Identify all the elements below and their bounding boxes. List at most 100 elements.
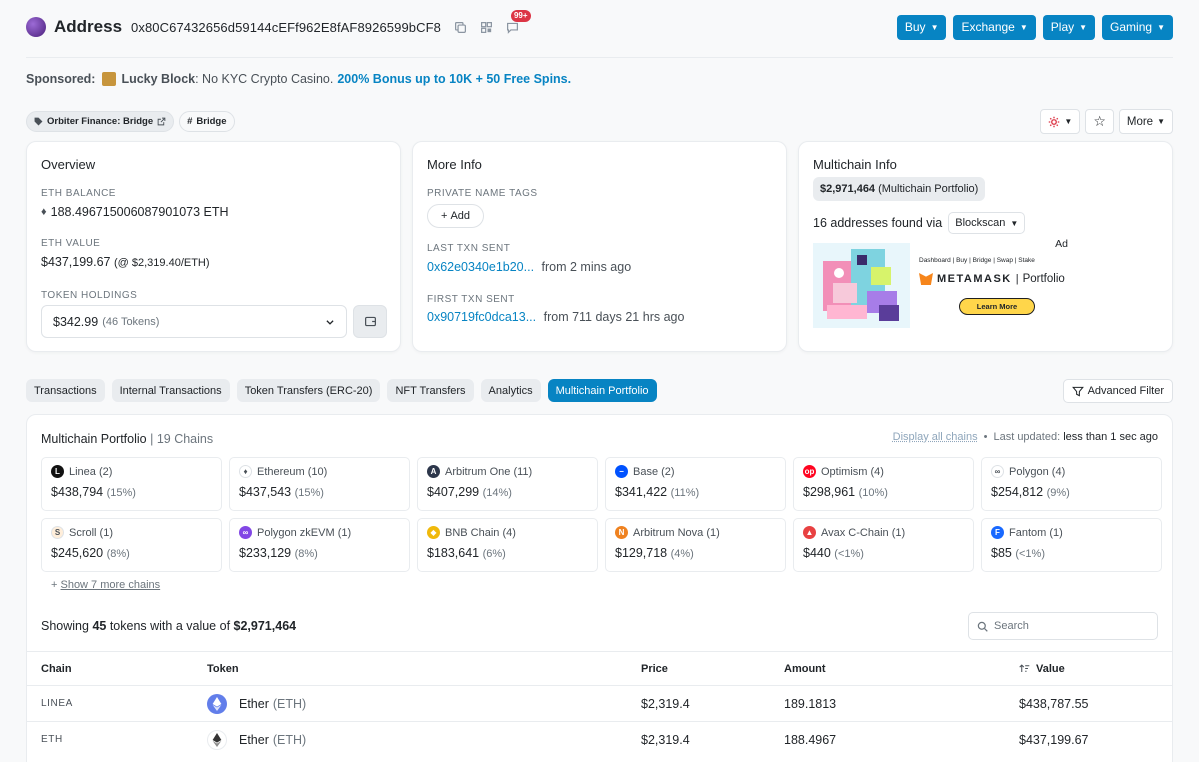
show-more-chains[interactable]: + Show 7 more chains: [51, 579, 160, 591]
copy-icon[interactable]: [453, 19, 469, 35]
col-token: Token: [207, 662, 239, 675]
exchange-button[interactable]: Exchange ▼: [953, 14, 1036, 40]
ethereum-icon: ♦: [239, 465, 252, 478]
chain-name: Scroll (1): [69, 526, 114, 539]
tab-internal-transactions[interactable]: Internal Transactions: [111, 379, 230, 402]
chain-value-amount: $298,961: [803, 485, 856, 499]
chain-card[interactable]: F Fantom (1) $85 (<1%): [981, 518, 1162, 572]
chain-card[interactable]: op Optimism (4) $298,961 (10%): [793, 457, 974, 511]
chain-value-amount: $129,718: [615, 546, 668, 560]
first-txn-hash[interactable]: 0x90719fc0dca13...: [427, 310, 536, 324]
token-search-input[interactable]: Search: [968, 612, 1158, 640]
show-more-chains-label: Show 7 more chains: [60, 579, 161, 591]
eth-rate: (@ $2,319.40/ETH): [114, 257, 210, 269]
tag-orbiter-finance[interactable]: Orbiter Finance: Bridge: [26, 111, 175, 132]
blockscan-dropdown[interactable]: Blockscan ▼: [948, 212, 1026, 234]
chain-card[interactable]: ▲ Avax C-Chain (1) $440 (<1%): [793, 518, 974, 572]
avax-icon: ▲: [803, 526, 816, 539]
chain-value-pct: (4%): [670, 548, 694, 560]
row-token-symbol: (ETH): [272, 696, 307, 711]
chain-card-header: N Arbitrum Nova (1): [615, 526, 776, 539]
filter-icon: [1071, 386, 1084, 396]
chain-card[interactable]: − Base (2) $341,422 (11%): [605, 457, 786, 511]
row-token[interactable]: Ether (ETH): [207, 686, 306, 721]
tag-bridge[interactable]: # Bridge: [179, 111, 235, 132]
addresses-found: 16 addresses found via Blockscan ▼: [813, 212, 1026, 234]
chain-card-header: A Arbitrum One (11): [427, 465, 588, 478]
comment-icon[interactable]: 99+: [505, 10, 531, 35]
first-txn-label: FIRST TXN SENT: [427, 294, 515, 305]
chevron-down-icon: ▼: [1157, 22, 1165, 32]
more-button[interactable]: More ▼: [1118, 109, 1173, 134]
play-button[interactable]: Play ▼: [1042, 14, 1096, 40]
table-row[interactable]: LINEA Ether (ETH) $2,319.4 189.1813 $438…: [27, 685, 1172, 721]
hash-icon: #: [187, 116, 193, 127]
chain-card[interactable]: ∞ Polygon (4) $254,812 (9%): [981, 457, 1162, 511]
chain-card[interactable]: A Arbitrum One (11) $407,299 (14%): [417, 457, 598, 511]
alert-settings-button[interactable]: ▼: [1040, 109, 1081, 134]
chain-card[interactable]: L Linea (2) $438,794 (15%): [41, 457, 222, 511]
table-row[interactable]: ETH Ether (ETH) $2,319.4 188.4967 $437,1…: [27, 721, 1172, 757]
qr-code-icon[interactable]: [479, 19, 495, 35]
chain-value-amount: $407,299: [427, 485, 480, 499]
display-all-chains-link[interactable]: Display all chains: [893, 431, 978, 443]
ad-learn-more-button[interactable]: Learn More: [959, 298, 1035, 315]
chain-name: Arbitrum Nova (1): [633, 526, 720, 539]
tab-analytics[interactable]: Analytics: [480, 379, 541, 402]
ad-menu-text: Dashboard | Buy | Bridge | Swap | Stake: [919, 257, 1035, 264]
last-txn-label: LAST TXN SENT: [427, 243, 511, 254]
token-holdings-label: TOKEN HOLDINGS: [41, 290, 138, 301]
multichain-title: Multichain Info: [813, 157, 897, 172]
chain-card[interactable]: ∞ Polygon zkEVM (1) $233,129 (8%): [229, 518, 410, 572]
chain-name: Polygon (4): [1009, 465, 1066, 478]
favorite-button[interactable]: ☆: [1085, 109, 1114, 134]
wallet-button[interactable]: [353, 305, 387, 338]
tokens-summary: Showing 45 tokens with a value of $2,971…: [41, 619, 296, 633]
token-holdings-dropdown[interactable]: $342.99 (46 Tokens): [41, 305, 347, 338]
ad-product: Portfolio: [1022, 273, 1065, 285]
chain-value: $341,422 (11%): [615, 485, 776, 499]
last-txn-time: from 2 mins ago: [541, 260, 632, 274]
chain-card[interactable]: ♦ Ethereum (10) $437,543 (15%): [229, 457, 410, 511]
chain-value-pct: (15%): [106, 487, 136, 499]
chain-value-pct: (<1%): [1015, 548, 1045, 560]
col-value[interactable]: Value: [1019, 652, 1065, 685]
chain-value-pct: (10%): [858, 487, 888, 499]
chain-value-amount: $438,794: [51, 485, 104, 499]
chain-card[interactable]: ◆ BNB Chain (4) $183,641 (6%): [417, 518, 598, 572]
add-tag-label: Add: [450, 210, 471, 222]
sponsored-label: Sponsored:: [26, 72, 96, 86]
last-txn-hash[interactable]: 0x62e0340e1b20...: [427, 260, 534, 274]
gaming-button[interactable]: Gaming ▼: [1102, 14, 1173, 40]
token-table: Chain Token Price Amount Value LINEA Eth…: [27, 651, 1172, 757]
col-value-label: Value: [1036, 662, 1065, 675]
sponsored-brand[interactable]: Lucky Block: [121, 72, 195, 86]
advanced-filter-button[interactable]: Advanced Filter: [1062, 379, 1173, 403]
tab-multichain-portfolio[interactable]: Multichain Portfolio: [547, 379, 657, 402]
tab-transactions[interactable]: Transactions: [26, 379, 105, 402]
buy-button[interactable]: Buy ▼: [896, 14, 947, 40]
chevron-down-icon: ▼: [1019, 22, 1028, 32]
multichain-portfolio-pill[interactable]: $2,971,464 (Multichain Portfolio): [813, 177, 986, 201]
tab-token-transfers[interactable]: Token Transfers (ERC-20): [236, 379, 381, 402]
chain-card[interactable]: N Arbitrum Nova (1) $129,718 (4%): [605, 518, 786, 572]
tab-nft-transfers[interactable]: NFT Transfers: [387, 379, 474, 402]
chain-name: Optimism (4): [821, 465, 884, 478]
showing-mid: tokens with a value of: [109, 619, 231, 633]
metamask-ad-banner[interactable]: Dashboard | Buy | Bridge | Swap | Stake …: [813, 243, 1069, 328]
last-updated-value: less than 1 sec ago: [1063, 431, 1158, 443]
notification-badge: 99+: [510, 10, 531, 22]
search-placeholder: Search: [994, 620, 1029, 632]
chain-card[interactable]: S Scroll (1) $245,620 (8%): [41, 518, 222, 572]
sponsored-link[interactable]: 200% Bonus up to 10K + 50 Free Spins.: [337, 72, 571, 86]
chain-card-header: ▲ Avax C-Chain (1): [803, 526, 964, 539]
address-tabs: Transactions Internal Transactions Token…: [26, 379, 657, 402]
add-tag-button[interactable]: + Add: [427, 204, 485, 228]
polygon-icon: ∞: [991, 465, 1004, 478]
row-token[interactable]: Ether (ETH): [207, 722, 306, 757]
chain-name: Linea (2): [69, 465, 113, 478]
eth-balance: ♦ 188.496715006087901073 ETH: [41, 205, 229, 219]
chain-value: $233,129 (8%): [239, 546, 400, 560]
row-value: $437,199.67: [1019, 732, 1089, 747]
private-tags-label: PRIVATE NAME TAGS: [427, 188, 538, 199]
